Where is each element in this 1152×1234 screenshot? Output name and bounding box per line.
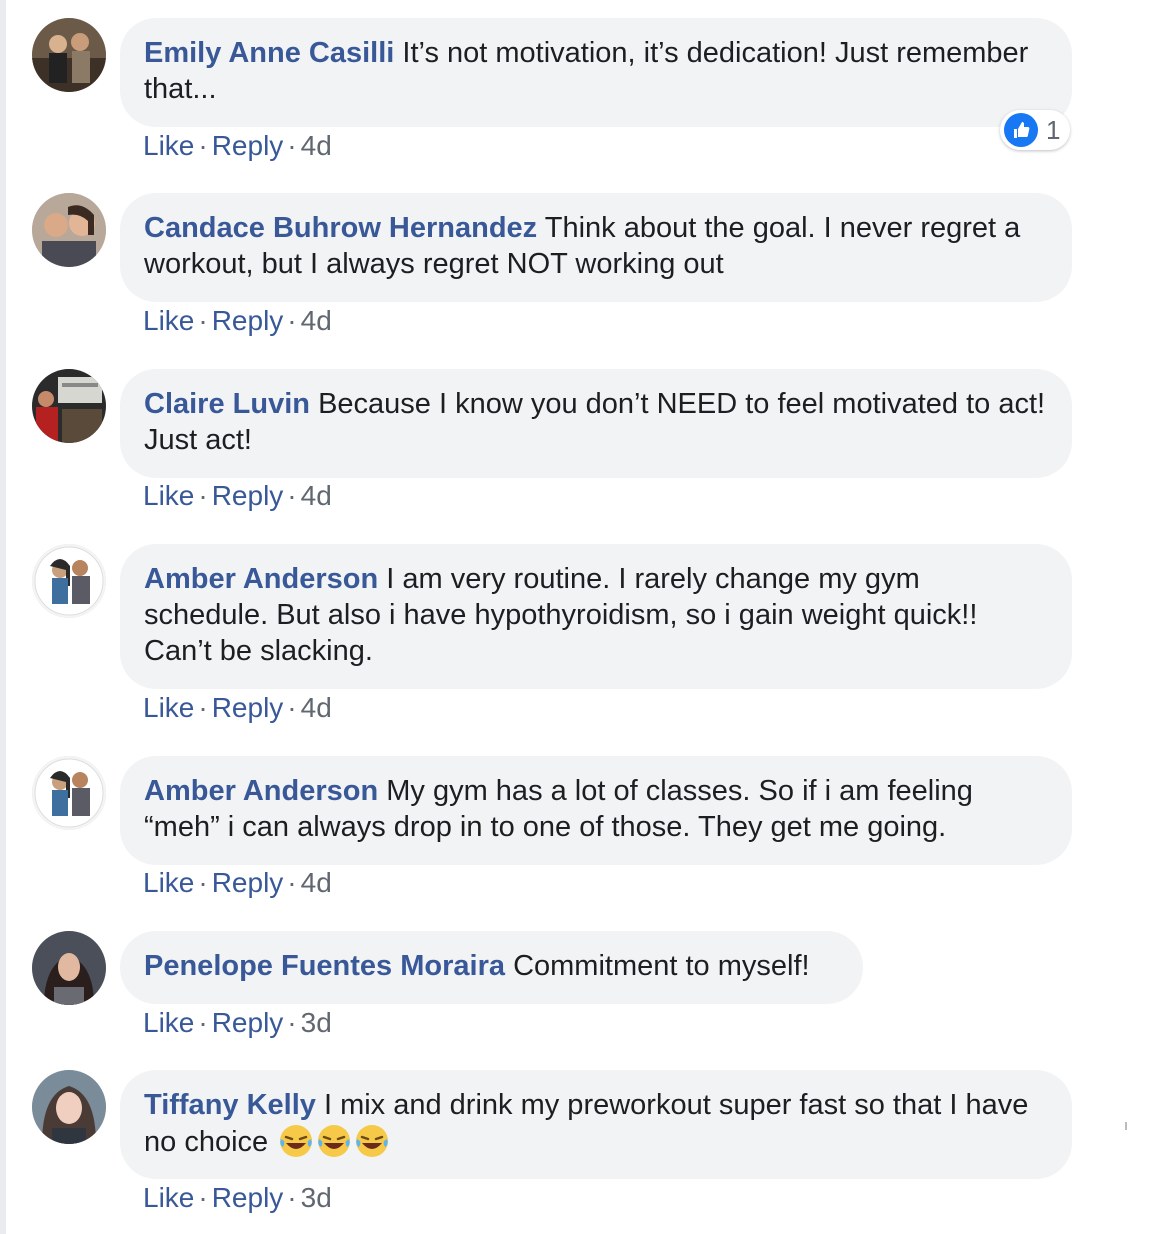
comment-actions: Like · Reply · 3d bbox=[143, 1181, 332, 1215]
reaction-count-badge[interactable]: 1 bbox=[1000, 110, 1071, 150]
comment-author-link[interactable]: Penelope Fuentes Moraira bbox=[144, 950, 505, 982]
avatar[interactable] bbox=[32, 193, 106, 267]
laughing-tears-emoji bbox=[278, 1123, 314, 1159]
separator-dot: · bbox=[287, 867, 297, 898]
comment-bubble: Tiffany Kelly I mix and drink my prework… bbox=[120, 1070, 1072, 1179]
comment-author-link[interactable]: Tiffany Kelly bbox=[144, 1089, 316, 1121]
laughing-tears-emoji bbox=[316, 1123, 352, 1159]
separator-dot: · bbox=[198, 305, 208, 336]
avatar[interactable] bbox=[32, 369, 106, 443]
separator-dot: · bbox=[198, 1182, 208, 1213]
comment-bubble: Candace Buhrow Hernandez Think about the… bbox=[120, 193, 1072, 302]
comment-timestamp[interactable]: 4d bbox=[301, 692, 332, 723]
separator-dot: · bbox=[287, 1182, 297, 1213]
comment-bubble: Claire Luvin Because I know you don’t NE… bbox=[120, 369, 1072, 478]
comment-timestamp[interactable]: 4d bbox=[301, 867, 332, 898]
comment-actions: Like · Reply · 4d bbox=[143, 129, 332, 163]
comment-bubble: Amber Anderson My gym has a lot of class… bbox=[120, 756, 1072, 865]
comment-actions: Like · Reply · 3d bbox=[143, 1006, 332, 1040]
like-link[interactable]: Like bbox=[143, 692, 194, 723]
left-divider bbox=[0, 0, 6, 1234]
avatar[interactable] bbox=[32, 544, 106, 618]
like-link[interactable]: Like bbox=[143, 867, 194, 898]
separator-dot: · bbox=[198, 692, 208, 723]
comment-bubble: Penelope Fuentes Moraira Commitment to m… bbox=[120, 931, 863, 1004]
separator-dot: · bbox=[287, 480, 297, 511]
separator-dot: · bbox=[287, 305, 297, 336]
separator-dot: · bbox=[287, 692, 297, 723]
comment-author-link[interactable]: Emily Anne Casilli bbox=[144, 37, 394, 69]
comment-author-link[interactable]: Claire Luvin bbox=[144, 388, 310, 420]
comment-timestamp[interactable]: 4d bbox=[301, 480, 332, 511]
comment-timestamp[interactable]: 4d bbox=[301, 130, 332, 161]
separator-dot: · bbox=[287, 1007, 297, 1038]
reaction-count: 1 bbox=[1046, 114, 1061, 145]
like-link[interactable]: Like bbox=[143, 1007, 194, 1038]
laughing-tears-emoji bbox=[354, 1123, 390, 1159]
reply-link[interactable]: Reply bbox=[212, 692, 284, 723]
comment-actions: Like · Reply · 4d bbox=[143, 479, 332, 513]
comment-actions: Like · Reply · 4d bbox=[143, 866, 332, 900]
separator-dot: · bbox=[287, 130, 297, 161]
comment-timestamp[interactable]: 4d bbox=[301, 305, 332, 336]
separator-dot: · bbox=[198, 1007, 208, 1038]
comment-actions: Like · Reply · 4d bbox=[143, 304, 332, 338]
reply-link[interactable]: Reply bbox=[212, 305, 284, 336]
separator-dot: · bbox=[198, 130, 208, 161]
scroll-edge-mark bbox=[1125, 1122, 1127, 1130]
reply-link[interactable]: Reply bbox=[212, 130, 284, 161]
avatar[interactable] bbox=[32, 756, 106, 830]
comment-timestamp[interactable]: 3d bbox=[301, 1182, 332, 1213]
avatar[interactable] bbox=[32, 1070, 106, 1144]
comment-author-link[interactable]: Amber Anderson bbox=[144, 775, 378, 807]
like-link[interactable]: Like bbox=[143, 480, 194, 511]
reply-link[interactable]: Reply bbox=[212, 867, 284, 898]
comment-timestamp[interactable]: 3d bbox=[301, 1007, 332, 1038]
comment-author-link[interactable]: Amber Anderson bbox=[144, 563, 378, 595]
thumbs-up-icon bbox=[1004, 113, 1038, 147]
like-link[interactable]: Like bbox=[143, 305, 194, 336]
comment-author-link[interactable]: Candace Buhrow Hernandez bbox=[144, 212, 537, 244]
comment-actions: Like · Reply · 4d bbox=[143, 691, 332, 725]
reply-link[interactable]: Reply bbox=[212, 1007, 284, 1038]
avatar[interactable] bbox=[32, 18, 106, 92]
separator-dot: · bbox=[198, 867, 208, 898]
comment-text: Commitment to myself! bbox=[513, 950, 810, 982]
separator-dot: · bbox=[198, 480, 208, 511]
reply-link[interactable]: Reply bbox=[212, 1182, 284, 1213]
avatar[interactable] bbox=[32, 931, 106, 1005]
reply-link[interactable]: Reply bbox=[212, 480, 284, 511]
comment-bubble: Emily Anne Casilli It’s not motivation, … bbox=[120, 18, 1072, 127]
like-link[interactable]: Like bbox=[143, 1182, 194, 1213]
comment-bubble: Amber Anderson I am very routine. I rare… bbox=[120, 544, 1072, 689]
like-link[interactable]: Like bbox=[143, 130, 194, 161]
